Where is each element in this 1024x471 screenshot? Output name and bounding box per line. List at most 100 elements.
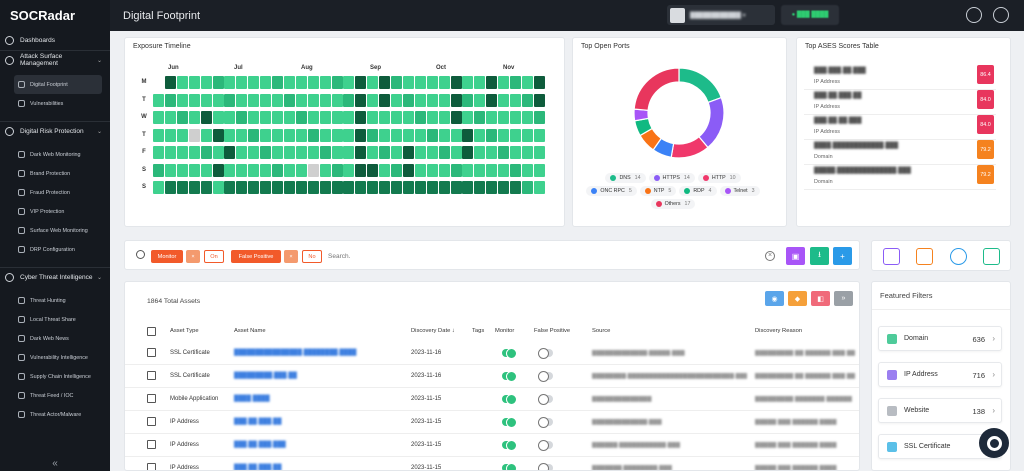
heatmap-cell[interactable] — [188, 146, 200, 159]
heatmap-cell[interactable] — [224, 128, 236, 142]
heatmap-cell[interactable] — [260, 93, 272, 107]
collapse-sidebar-button[interactable]: « — [0, 458, 110, 469]
badge-icon[interactable] — [916, 248, 933, 265]
heatmap-cell[interactable] — [283, 181, 295, 194]
sidebar-section-digital-risk[interactable]: Digital Risk Protection ⌄ — [0, 121, 110, 140]
monitor-toggle[interactable] — [502, 394, 517, 405]
heatmap-cell[interactable] — [391, 128, 402, 142]
heatmap-cell[interactable] — [355, 128, 367, 142]
donut-slice-dns[interactable] — [678, 67, 723, 104]
heatmap-cell[interactable] — [486, 93, 498, 107]
clock-icon[interactable] — [950, 248, 967, 265]
heatmap-cell[interactable] — [164, 93, 176, 107]
heatmap-cell[interactable] — [474, 128, 486, 142]
false-positive-filter-value[interactable]: No — [302, 250, 322, 263]
ases-row[interactable]: █████.██████████████.███ Domain 79.2 — [804, 165, 996, 190]
heatmap-cell[interactable] — [188, 111, 200, 124]
heatmap-cell[interactable] — [176, 111, 188, 124]
heatmap-cell[interactable] — [283, 93, 295, 107]
heatmap-cell[interactable] — [426, 93, 438, 107]
download-button[interactable]: ⭳ — [810, 247, 829, 265]
heatmap-cell[interactable] — [295, 181, 307, 194]
heatmap-cell[interactable] — [212, 128, 224, 142]
heatmap-cell[interactable] — [343, 146, 355, 159]
featured-filter-website[interactable]: Website 138 › — [878, 398, 1002, 423]
heatmap-cell[interactable] — [474, 111, 486, 124]
heatmap-cell[interactable] — [486, 76, 498, 89]
heatmap-cell[interactable] — [462, 181, 474, 194]
save-filter-button[interactable]: ▣ — [786, 247, 805, 265]
sidebar-item-local-threat-share[interactable]: Local Threat Share — [0, 310, 110, 329]
heatmap-cell[interactable] — [402, 146, 414, 159]
row-checkbox[interactable] — [147, 440, 156, 449]
heatmap-cell[interactable] — [402, 181, 414, 194]
heatmap-cell[interactable] — [283, 146, 295, 159]
heatmap-cell[interactable] — [450, 146, 462, 159]
heatmap-cell[interactable] — [367, 163, 379, 177]
heatmap-cell[interactable] — [260, 76, 272, 89]
ases-row[interactable]: ███.██.███.██ IP Address 84.0 — [804, 90, 996, 115]
heatmap-cell[interactable] — [153, 128, 164, 142]
sidebar-item-digital-footprint[interactable]: Digital Footprint — [14, 75, 102, 94]
heatmap-cell[interactable] — [414, 146, 426, 159]
heatmap-cell[interactable] — [533, 111, 545, 124]
legend-item[interactable]: HTTP 10 — [697, 173, 741, 183]
heatmap-cell[interactable] — [486, 181, 498, 194]
heatmap-cell[interactable] — [331, 146, 343, 159]
heatmap-cell[interactable] — [462, 93, 474, 107]
monitor-toggle[interactable] — [502, 417, 517, 428]
heatmap-cell[interactable] — [355, 163, 367, 177]
column-header[interactable]: Discovery Date ↓ — [411, 328, 455, 334]
heatmap-cell[interactable] — [307, 128, 319, 142]
ases-row[interactable]: ███.██.██.███ IP Address 84.0 — [804, 115, 996, 140]
monitor-filter-value[interactable]: On — [204, 250, 224, 263]
heatmap-cell[interactable] — [236, 93, 248, 107]
heatmap-cell[interactable] — [474, 146, 486, 159]
donut-slice-https[interactable] — [698, 96, 725, 149]
heatmap-cell[interactable] — [426, 181, 438, 194]
heatmap-cell[interactable] — [498, 128, 510, 142]
heatmap-cell[interactable] — [319, 181, 331, 194]
heatmap-cell[interactable] — [486, 111, 498, 124]
ases-row[interactable]: ███.███.██.███ IP Address 86.4 — [804, 65, 996, 90]
heatmap-cell[interactable] — [153, 181, 164, 194]
heatmap-cell[interactable] — [260, 181, 272, 194]
asset-name-link[interactable]: ███.██.███.███ — [234, 442, 286, 448]
heatmap-cell[interactable] — [236, 163, 248, 177]
heatmap-cell[interactable] — [438, 128, 450, 142]
sidebar-item-surface-web-monitoring[interactable]: Surface Web Monitoring — [0, 221, 110, 240]
heatmap-cell[interactable] — [414, 111, 426, 124]
heatmap-cell[interactable] — [438, 181, 450, 194]
heatmap-cell[interactable] — [391, 181, 402, 194]
select-all-checkbox[interactable] — [147, 327, 156, 336]
heatmap-cell[interactable] — [510, 163, 521, 177]
heatmap-cell[interactable] — [248, 76, 260, 89]
heatmap-cell[interactable] — [426, 111, 438, 124]
heatmap-cell[interactable] — [355, 181, 367, 194]
heatmap-cell[interactable] — [331, 76, 343, 89]
tag-icon[interactable]: ◆ — [788, 291, 807, 306]
heatmap-cell[interactable] — [474, 163, 486, 177]
heatmap-cell[interactable] — [331, 163, 343, 177]
heatmap-cell[interactable] — [402, 93, 414, 107]
heatmap-cell[interactable] — [212, 146, 224, 159]
heatmap-cell[interactable] — [224, 181, 236, 194]
heatmap-cell[interactable] — [176, 181, 188, 194]
heatmap-cell[interactable] — [153, 163, 164, 177]
sidebar-section-cti[interactable]: Cyber Threat Intelligence ⌄ — [0, 267, 110, 286]
heatmap-cell[interactable] — [307, 181, 319, 194]
heatmap-cell[interactable] — [379, 93, 391, 107]
heatmap-cell[interactable] — [224, 146, 236, 159]
legend-item[interactable]: Telnet 3 — [719, 186, 760, 196]
false-positive-filter-remove[interactable]: × — [284, 250, 298, 263]
heatmap-cell[interactable] — [343, 181, 355, 194]
sidebar-item-dashboards[interactable]: Dashboards — [0, 31, 110, 50]
sidebar-item-fraud-protection[interactable]: Fraud Protection — [0, 183, 110, 202]
heatmap-cell[interactable] — [295, 76, 307, 89]
eye-icon[interactable]: ◉ — [765, 291, 784, 306]
heatmap-cell[interactable] — [391, 93, 402, 107]
heatmap-cell[interactable] — [153, 93, 164, 107]
legend-item[interactable]: RDP 4 — [679, 186, 717, 196]
heatmap-cell[interactable] — [450, 76, 462, 89]
heatmap-cell[interactable] — [260, 146, 272, 159]
